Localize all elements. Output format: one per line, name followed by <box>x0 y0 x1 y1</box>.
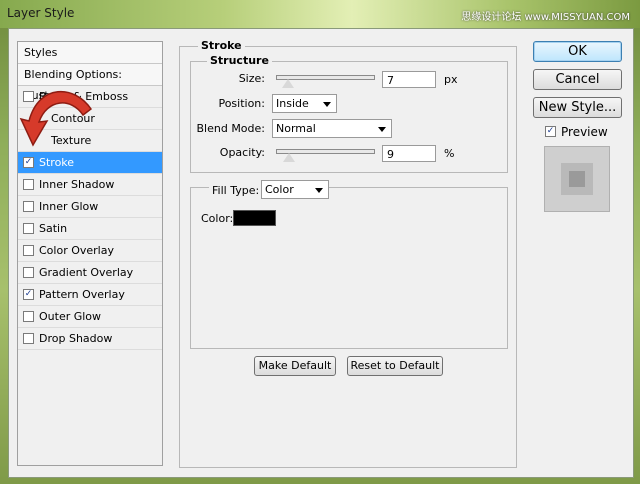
style-item-label: Drop Shadow <box>39 332 113 345</box>
style-item-drop-shadow[interactable]: Drop Shadow <box>18 328 162 350</box>
fill-type-label: Fill Type: <box>209 184 263 197</box>
opacity-input[interactable]: 9 <box>382 145 436 162</box>
style-item-color-overlay[interactable]: Color Overlay <box>18 240 162 262</box>
stroke-title: Stroke <box>198 39 245 52</box>
style-item-inner-glow[interactable]: Inner Glow <box>18 196 162 218</box>
position-select[interactable]: Inside <box>272 94 337 113</box>
style-item-label: Gradient Overlay <box>39 266 134 279</box>
new-style-button[interactable]: New Style... <box>533 97 622 118</box>
chevron-down-icon <box>323 102 331 107</box>
style-item-gradient-overlay[interactable]: Gradient Overlay <box>18 262 162 284</box>
chevron-down-icon <box>378 127 386 132</box>
color-swatch[interactable] <box>233 210 276 226</box>
dialog-client: Styles Blending Options: Custom Bevel & … <box>8 28 634 478</box>
ok-button[interactable]: OK <box>533 41 622 62</box>
color-overlay-checkbox[interactable] <box>23 245 34 256</box>
size-slider-thumb[interactable] <box>281 79 295 89</box>
position-value: Inside <box>276 97 309 110</box>
drop-shadow-checkbox[interactable] <box>23 333 34 344</box>
preview-core <box>569 171 585 187</box>
preview-checkbox[interactable] <box>545 126 556 137</box>
fill-group: Fill Type: Color Color: <box>190 180 508 349</box>
style-item-label: Inner Glow <box>39 200 99 213</box>
size-input[interactable]: 7 <box>382 71 436 88</box>
reset-to-default-button[interactable]: Reset to Default <box>347 356 443 376</box>
style-item-label: Inner Shadow <box>39 178 115 191</box>
preview-label: Preview <box>561 125 608 139</box>
blend-mode-select[interactable]: Normal <box>272 119 392 138</box>
style-item-pattern-overlay[interactable]: Pattern Overlay <box>18 284 162 306</box>
outer-glow-checkbox[interactable] <box>23 311 34 322</box>
red-arrow-icon <box>19 90 93 147</box>
inner-glow-checkbox[interactable] <box>23 201 34 212</box>
preview-thumbnail <box>544 146 610 212</box>
color-label: Color: <box>201 212 234 225</box>
make-default-button[interactable]: Make Default <box>254 356 336 376</box>
position-label: Position: <box>218 97 265 110</box>
style-item-inner-shadow[interactable]: Inner Shadow <box>18 174 162 196</box>
structure-title: Structure <box>207 54 272 67</box>
fill-type-value: Color <box>265 183 294 196</box>
pattern-overlay-checkbox[interactable] <box>23 289 34 300</box>
size-label: Size: <box>238 72 265 85</box>
style-item-outer-glow[interactable]: Outer Glow <box>18 306 162 328</box>
opacity-slider-thumb[interactable] <box>282 153 296 163</box>
styles-header[interactable]: Styles <box>18 42 162 64</box>
inner-shadow-checkbox[interactable] <box>23 179 34 190</box>
style-item-label: Satin <box>39 222 68 235</box>
title-bar[interactable]: Layer Style 思缘设计论坛 www.MISSYUAN.COM <box>0 0 640 28</box>
fill-type-select[interactable]: Color <box>261 180 329 199</box>
preview-shape <box>561 163 593 195</box>
watermark-text: 思缘设计论坛 www.MISSYUAN.COM <box>461 12 630 23</box>
blend-mode-label: Blend Mode: <box>196 122 266 135</box>
style-item-satin[interactable]: Satin <box>18 218 162 240</box>
cancel-button[interactable]: Cancel <box>533 69 622 90</box>
window-title: Layer Style <box>7 6 75 20</box>
style-item-label: Pattern Overlay <box>39 288 125 301</box>
chevron-down-icon <box>315 188 323 193</box>
opacity-unit: % <box>444 147 455 160</box>
style-item-label: Color Overlay <box>39 244 114 257</box>
stroke-group: Stroke Structure Size: 7 px Position: In… <box>179 39 517 468</box>
blend-mode-value: Normal <box>276 122 316 135</box>
structure-group: Structure Size: 7 px Position: Inside Bl… <box>190 54 508 173</box>
gradient-overlay-checkbox[interactable] <box>23 267 34 278</box>
style-item-label: Outer Glow <box>39 310 102 323</box>
size-unit: px <box>444 73 458 86</box>
satin-checkbox[interactable] <box>23 223 34 234</box>
opacity-label: Opacity: <box>219 146 265 159</box>
